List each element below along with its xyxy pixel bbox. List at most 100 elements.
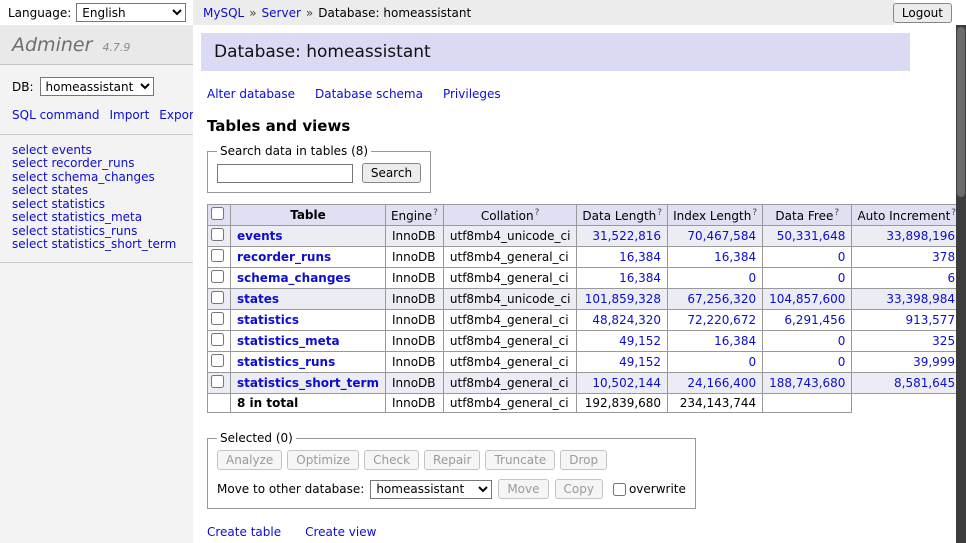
sidebar-action-sql-command[interactable]: SQL command [12,108,99,122]
sidebar-table-link-select-events[interactable]: select events [12,144,181,157]
tables-grid: TableEngine?Collation?Data Length?Index … [207,204,966,413]
breadcrumb-separator: » [249,6,256,20]
analyze-button[interactable]: Analyze [217,450,282,470]
cell-index-length: 0 [668,352,763,373]
app-title: Adminer 4.7.9 [0,25,193,65]
row-checkbox-statistics-meta[interactable] [211,333,224,346]
table-link-events[interactable]: events [237,229,283,243]
row-checkbox-recorder-runs[interactable] [211,249,224,262]
cell-table-name: statistics_meta [231,331,386,352]
help-link[interactable]: ? [752,208,757,218]
cell-data-length: 101,859,328 [577,289,668,310]
breadcrumb-current: Database: homeassistant [318,6,471,20]
cell-data-length: 16,384 [577,247,668,268]
cell-collation: utf8mb4_unicode_ci [443,289,577,310]
cell-index-length: 72,220,672 [668,310,763,331]
table-link-statistics-meta[interactable]: statistics_meta [237,334,340,348]
logout-button[interactable]: Logout [893,3,952,23]
cell-table-name: events [231,226,386,247]
help-link[interactable]: ? [834,208,839,218]
cell-engine: InnoDB [385,226,443,247]
cell-engine: InnoDB [385,247,443,268]
db-action-privileges[interactable]: Privileges [443,87,501,101]
row-checkbox-events[interactable] [211,228,224,241]
db-action-alter-database[interactable]: Alter database [207,87,295,101]
total-index-length: 234,143,744 [668,394,763,413]
total-checkbox-cell [208,394,231,413]
cell-index-length: 24,166,400 [668,373,763,394]
adminer-app: Language: English MySQL » Server » Datab… [0,0,966,543]
cell-data-length: 49,152 [577,331,668,352]
table-link-statistics-runs[interactable]: statistics_runs [237,355,335,369]
tables-header-row: TableEngine?Collation?Data Length?Index … [208,205,966,226]
truncate-button[interactable]: Truncate [485,450,555,470]
cell-table-name: schema_changes [231,268,386,289]
sidebar-table-link-select-statistics-short-term[interactable]: select statistics_short_term [12,238,181,251]
sidebar-table-link-select-schema-changes[interactable]: select schema_changes [12,171,181,184]
sidebar-table-link-select-statistics[interactable]: select statistics [12,198,181,211]
cell-auto-increment: 6 [852,268,962,289]
row-checkbox-statistics-runs[interactable] [211,354,224,367]
overwrite-checkbox[interactable] [613,483,626,496]
cell-engine: InnoDB [385,310,443,331]
column-header-index-length: Index Length? [668,205,763,226]
help-link[interactable]: ? [433,208,438,218]
scrollbar-thumb[interactable] [957,27,965,197]
optimize-button[interactable]: Optimize [287,450,359,470]
help-link[interactable]: ? [657,208,662,218]
breadcrumb-separator: » [306,6,313,20]
cell-collation: utf8mb4_general_ci [443,268,577,289]
sidebar-table-link-select-statistics-meta[interactable]: select statistics_meta [12,211,181,224]
drop-button[interactable]: Drop [560,450,607,470]
tables-footer-link-create-view[interactable]: Create view [305,525,376,539]
cell-collation: utf8mb4_general_ci [443,373,577,394]
table-link-statistics[interactable]: statistics [237,313,299,327]
copy-button[interactable]: Copy [555,479,603,499]
sidebar-action-import[interactable]: Import [109,108,149,122]
row-checkbox-statistics[interactable] [211,312,224,325]
row-checkbox-states[interactable] [211,291,224,304]
cell-engine: InnoDB [385,331,443,352]
column-label: Collation [481,209,534,223]
table-link-states[interactable]: states [237,292,279,306]
row-checkbox-schema-changes[interactable] [211,270,224,283]
cell-table-name: recorder_runs [231,247,386,268]
search-button[interactable]: Search [362,163,421,183]
language-select[interactable]: English [76,3,186,22]
breadcrumb-link-mysql[interactable]: MySQL [203,6,244,20]
column-header-collation: Collation? [443,205,577,226]
table-link-recorder-runs[interactable]: recorder_runs [237,250,331,264]
row-checkbox-statistics-short-term[interactable] [211,375,224,388]
vertical-scrollbar[interactable] [956,25,966,543]
check-button[interactable]: Check [364,450,419,470]
table-link-schema-changes[interactable]: schema_changes [237,271,351,285]
tables-section-title: Tables and views [207,117,910,135]
move-db-select[interactable]: homeassistant [370,480,492,499]
move-button[interactable]: Move [498,479,548,499]
cell-table-name: statistics_runs [231,352,386,373]
cell-auto-increment: 39,999 [852,352,962,373]
search-input[interactable] [217,164,353,183]
sidebar-table-link-select-statistics-runs[interactable]: select statistics_runs [12,225,181,238]
db-select[interactable]: homeassistant [40,77,154,96]
column-label: Data Length [582,209,656,223]
breadcrumb-link-server[interactable]: Server [262,6,301,20]
db-action-database-schema[interactable]: Database schema [315,87,423,101]
sidebar-action-export[interactable]: Export [159,108,193,122]
row-checkbox-cell [208,331,231,352]
help-link[interactable]: ? [535,208,540,218]
sidebar-table-link-select-states[interactable]: select states [12,184,181,197]
repair-button[interactable]: Repair [424,450,480,470]
table-row-statistics-runs: statistics_runsInnoDButf8mb4_general_ci4… [208,352,966,373]
tables-footer-link-create-table[interactable]: Create table [207,525,281,539]
row-checkbox-cell [208,373,231,394]
sidebar-table-link-select-recorder-runs[interactable]: select recorder_runs [12,157,181,170]
select-all-checkbox[interactable] [211,207,224,220]
table-link-statistics-short-term[interactable]: statistics_short_term [237,376,379,390]
column-label: Auto Increment [857,209,950,223]
cell-collation: utf8mb4_general_ci [443,310,577,331]
db-selector-row: DB: homeassistant [0,65,193,106]
cell-data-free: 50,331,648 [763,226,852,247]
page-title: Database: homeassistant [201,33,910,71]
empty-cell [852,394,962,413]
